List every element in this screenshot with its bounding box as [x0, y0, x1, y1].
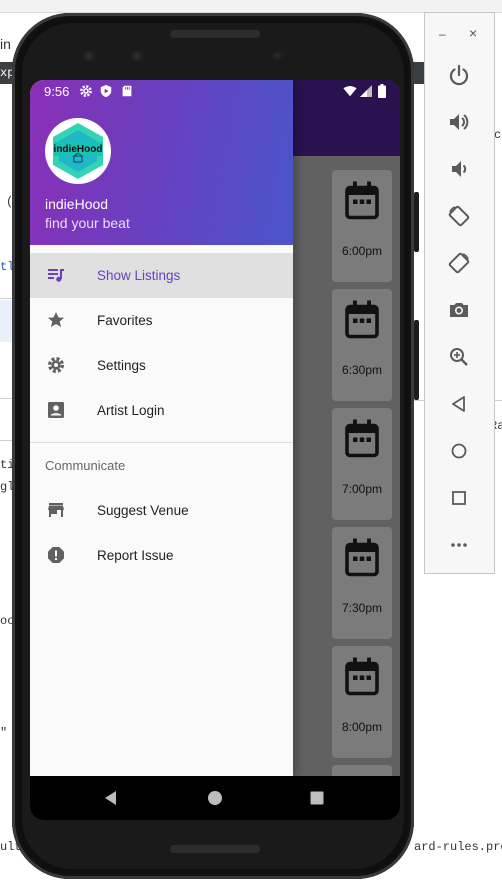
close-button[interactable]: × — [469, 25, 477, 41]
gear-icon — [80, 85, 92, 97]
volume-down-icon[interactable] — [447, 157, 471, 181]
device-power-key — [414, 192, 419, 252]
camera-icon[interactable] — [447, 298, 471, 322]
gear-icon — [47, 356, 65, 374]
emulator-toolbar: – × — [424, 12, 495, 574]
front-sensor-icon — [130, 49, 144, 63]
menu-settings[interactable]: Settings — [30, 343, 293, 388]
menu-suggest-venue[interactable]: Suggest Venue — [30, 488, 293, 533]
drawer-divider — [30, 442, 293, 443]
menu-label: Favorites — [97, 313, 153, 328]
menu-label: Show Listings — [97, 268, 181, 283]
listing-time: 6:00pm — [341, 244, 383, 258]
listing-card[interactable]: 7:00pm — [332, 408, 392, 520]
menu-artist-login[interactable]: Artist Login — [30, 388, 293, 433]
overview-icon[interactable] — [447, 486, 471, 510]
menu-label: Suggest Venue — [97, 503, 189, 518]
rotate-right-icon[interactable] — [447, 251, 471, 275]
minimize-button[interactable]: – — [439, 27, 446, 41]
menu-label: Settings — [97, 358, 146, 373]
listing-card[interactable]: 6:30pm — [332, 289, 392, 401]
calendar-icon — [345, 657, 379, 696]
more-icon[interactable] — [447, 533, 471, 557]
rotate-left-icon[interactable] — [447, 204, 471, 228]
listing-card[interactable]: 8:00pm — [332, 646, 392, 758]
earpiece — [170, 30, 260, 38]
system-nav-bar — [30, 776, 400, 820]
proximity-sensor-icon — [272, 50, 283, 61]
listing-card[interactable]: 7:30pm — [332, 527, 392, 639]
indiehood-logo-icon: indieHood — [53, 123, 103, 179]
queue-music-icon — [48, 269, 64, 282]
ide-text: cl — [494, 128, 502, 142]
listing-time: 6:30pm — [341, 363, 383, 377]
listing-card[interactable] — [332, 765, 392, 776]
signal-icon — [360, 85, 372, 97]
ide-text: ard-rules.pro — [414, 840, 502, 854]
battery-icon — [378, 84, 386, 98]
home-icon[interactable] — [207, 790, 223, 806]
navigation-drawer: indieHood indieHood find your beat 9:56 — [30, 80, 293, 776]
alert-icon — [48, 547, 64, 563]
device-volume-key — [414, 320, 419, 400]
listing-time: 7:30pm — [341, 601, 383, 615]
account-box-icon — [48, 402, 64, 418]
calendar-icon — [345, 419, 379, 458]
star-icon — [48, 312, 64, 327]
status-time: 9:56 — [44, 84, 70, 99]
device-screen: 6:00pm 6:30pm 7:00pm 7:30pm 8:00pm indie… — [30, 80, 400, 776]
bottom-speaker — [170, 845, 260, 853]
app-tagline: find your beat — [45, 215, 130, 231]
store-icon — [48, 503, 64, 517]
back-icon[interactable] — [103, 790, 119, 806]
wifi-icon — [343, 86, 357, 97]
listing-time: 8:00pm — [341, 720, 383, 734]
volume-up-icon[interactable] — [447, 110, 471, 134]
app-logo-avatar[interactable]: indieHood — [45, 118, 111, 184]
calendar-icon — [345, 300, 379, 339]
ide-text: in — [0, 36, 11, 52]
ide-text: " — [0, 726, 8, 740]
shield-play-icon — [100, 84, 112, 98]
menu-report-issue[interactable]: Report Issue — [30, 533, 293, 578]
zoom-icon[interactable] — [447, 345, 471, 369]
sd-card-icon — [122, 85, 132, 97]
menu-favorites[interactable]: Favorites — [30, 298, 293, 343]
overview-icon[interactable] — [309, 790, 325, 806]
app-name: indieHood — [45, 196, 109, 212]
calendar-icon — [345, 181, 379, 220]
section-header-communicate: Communicate — [45, 458, 126, 473]
power-icon[interactable] — [447, 63, 471, 87]
menu-label: Artist Login — [97, 403, 165, 418]
drawer-header: indieHood indieHood find your beat — [30, 80, 293, 245]
calendar-icon — [345, 538, 379, 577]
front-camera-icon — [82, 49, 96, 63]
menu-label: Report Issue — [97, 548, 174, 563]
listing-time: 7:00pm — [341, 482, 383, 496]
menu-show-listings[interactable]: Show Listings — [30, 253, 293, 298]
listing-card[interactable]: 6:00pm — [332, 170, 392, 282]
home-icon[interactable] — [447, 439, 471, 463]
back-icon[interactable] — [447, 392, 471, 416]
